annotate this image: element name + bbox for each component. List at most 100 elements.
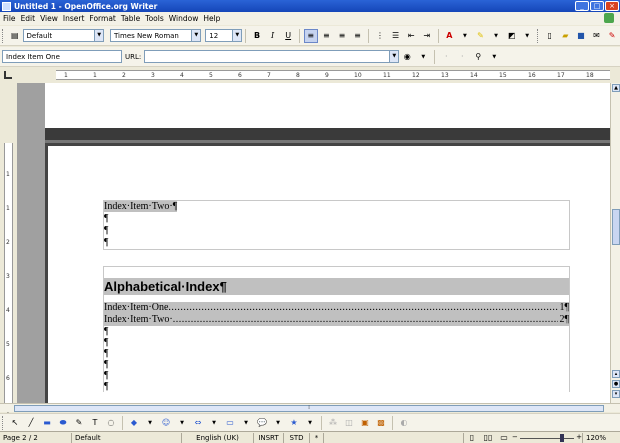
chevron-down-icon[interactable]: ▼ — [207, 416, 221, 430]
decrease-indent-icon[interactable]: ⇤ — [404, 29, 418, 43]
language-indicator[interactable]: English (UK) — [182, 432, 254, 443]
signature-field[interactable] — [324, 432, 464, 443]
zoom-in-icon[interactable]: + — [576, 433, 582, 441]
menu-window[interactable]: Window — [169, 14, 203, 23]
vertical-scrollbar[interactable]: ▲ ▴ ● ▾ — [610, 83, 620, 403]
underline-button[interactable]: U — [281, 29, 295, 43]
hyperlink-icon[interactable]: ◉ — [400, 50, 414, 64]
maximize-button[interactable]: □ — [590, 1, 604, 11]
symbol-shapes-icon[interactable]: ☺ — [159, 416, 173, 430]
freeform-icon[interactable]: ✎ — [72, 416, 86, 430]
italic-button[interactable]: I — [266, 29, 280, 43]
menu-tools[interactable]: Tools — [145, 14, 167, 23]
selection-mode-indicator[interactable]: STD — [284, 432, 310, 443]
single-page-view-icon[interactable]: ▯ — [465, 431, 479, 443]
chevron-down-icon[interactable]: ▼ — [416, 50, 430, 64]
horizontal-scroll-thumb[interactable]: ⁞ — [14, 405, 604, 412]
callouts-icon[interactable]: ◌ — [104, 416, 118, 430]
frame-line[interactable]: ¶ — [104, 213, 569, 225]
font-size-select[interactable]: 12 ▼ — [205, 29, 243, 42]
page-1[interactable] — [45, 83, 610, 128]
frame-line[interactable]: Index·Item·Two·¶ — [104, 201, 569, 213]
paragraph-mark[interactable]: ¶ — [104, 326, 569, 337]
zoom-out-icon[interactable]: − — [512, 433, 518, 441]
bold-button[interactable]: B — [250, 29, 264, 43]
scroll-up-icon[interactable]: ▲ — [612, 84, 620, 92]
zoom-knob[interactable] — [560, 433, 564, 442]
select-arrow-icon[interactable]: ↖ — [8, 416, 22, 430]
find-icon[interactable]: ⚲ — [471, 50, 485, 64]
frame-line[interactable]: ¶ — [104, 237, 569, 249]
index-entry[interactable]: Index·Item·Two·.........................… — [104, 314, 569, 326]
zoom-level[interactable]: 120% — [582, 432, 609, 443]
tab-stop-icon[interactable] — [4, 71, 12, 79]
menu-insert[interactable]: Insert — [63, 14, 89, 23]
menu-edit[interactable]: Edit — [21, 14, 40, 23]
chevron-down-icon[interactable]: ▼ — [191, 30, 201, 41]
close-button[interactable]: × — [605, 1, 619, 11]
rectangle-icon[interactable]: ▬ — [40, 416, 54, 430]
background-color-icon[interactable]: ◩ — [505, 29, 519, 43]
chevron-down-icon[interactable]: ▼ — [489, 29, 503, 43]
index-section[interactable]: Alphabetical·Index¶ Index·Item·One......… — [103, 266, 570, 392]
line-icon[interactable]: ╱ — [24, 416, 38, 430]
paragraph-mark[interactable]: ¶ — [104, 370, 569, 381]
chevron-down-icon[interactable]: ▼ — [487, 50, 501, 64]
paragraph-mark[interactable]: ¶ — [104, 348, 569, 359]
chevron-down-icon[interactable]: ▼ — [458, 29, 472, 43]
link-icon[interactable]: · — [439, 50, 453, 64]
menu-file[interactable]: File — [3, 14, 20, 23]
chevron-down-icon[interactable]: ▼ — [271, 416, 285, 430]
frame-line[interactable]: ¶ — [104, 225, 569, 237]
chevron-down-icon[interactable]: ▼ — [232, 30, 242, 41]
chevron-down-icon[interactable]: ▼ — [239, 416, 253, 430]
update-icon[interactable] — [604, 13, 614, 23]
flowcharts-icon[interactable]: ▭ — [223, 416, 237, 430]
bullets-icon[interactable]: ☰ — [389, 29, 403, 43]
minimize-button[interactable]: _ — [575, 1, 589, 11]
document-workspace[interactable]: Index·Item·Two·¶ ¶ ¶ ¶ Alphabetical·Inde… — [17, 83, 610, 403]
edit-file-icon[interactable]: ✎ — [605, 29, 619, 43]
align-right-button[interactable]: ≡ — [335, 29, 349, 43]
page-2[interactable]: Index·Item·Two·¶ ¶ ¶ ¶ Alphabetical·Inde… — [45, 143, 610, 403]
vertical-ruler[interactable]: 11234567 — [0, 83, 16, 416]
insert-mode-indicator[interactable]: INSRT — [254, 432, 284, 443]
increase-indent-icon[interactable]: ⇥ — [420, 29, 434, 43]
new-document-icon[interactable]: ▯ — [543, 29, 557, 43]
index-title[interactable]: Alphabetical·Index¶ — [104, 278, 569, 295]
chevron-down-icon[interactable]: ▼ — [175, 416, 189, 430]
basic-shapes-icon[interactable]: ◆ — [127, 416, 141, 430]
align-center-button[interactable]: ≡ — [320, 29, 334, 43]
stars-icon[interactable]: ★ — [287, 416, 301, 430]
font-name-select[interactable]: Times New Roman ▼ — [110, 29, 202, 42]
book-view-icon[interactable]: ▭ — [497, 431, 511, 443]
paragraph-mark[interactable]: ¶ — [104, 381, 569, 392]
align-left-button[interactable]: ≡ — [303, 28, 318, 43]
chevron-down-icon[interactable]: ▼ — [143, 416, 157, 430]
navigator-icon[interactable]: ● — [612, 380, 620, 388]
paragraph-style-select[interactable]: Default ▼ — [22, 29, 105, 42]
text-icon[interactable]: T — [88, 416, 102, 430]
save-icon[interactable]: ■ — [574, 29, 588, 43]
chevron-down-icon[interactable]: ▼ — [94, 30, 104, 41]
paragraph-mark[interactable]: ¶ — [104, 359, 569, 370]
font-color-icon[interactable]: A — [443, 29, 457, 43]
points-icon[interactable]: ⁂ — [326, 416, 340, 430]
justify-button[interactable]: ≡ — [351, 29, 365, 43]
ellipse-icon[interactable]: ⬬ — [56, 416, 70, 430]
open-folder-icon[interactable]: ▰ — [559, 29, 573, 43]
callout-shapes-icon[interactable]: 💬 — [255, 416, 269, 430]
scroll-thumb[interactable] — [612, 209, 620, 245]
numbering-icon[interactable]: ⋮ — [373, 29, 387, 43]
gallery-icon[interactable]: ▩ — [374, 416, 388, 430]
index-entry[interactable]: Index·Item·One..........................… — [104, 302, 569, 314]
styles-formatting-icon[interactable]: ▤ — [8, 29, 22, 43]
zoom-slider[interactable]: − + — [512, 433, 582, 443]
fontwork-icon[interactable]: ◫ — [342, 416, 356, 430]
menu-view[interactable]: View — [40, 14, 62, 23]
extrusion-icon[interactable]: ◐ — [397, 416, 411, 430]
previous-page-icon[interactable]: ▴ — [612, 370, 620, 378]
url-input[interactable]: ▼ — [144, 50, 400, 63]
page-style-indicator[interactable]: Default — [72, 432, 182, 443]
highlighting-icon[interactable]: ✎ — [474, 29, 488, 43]
